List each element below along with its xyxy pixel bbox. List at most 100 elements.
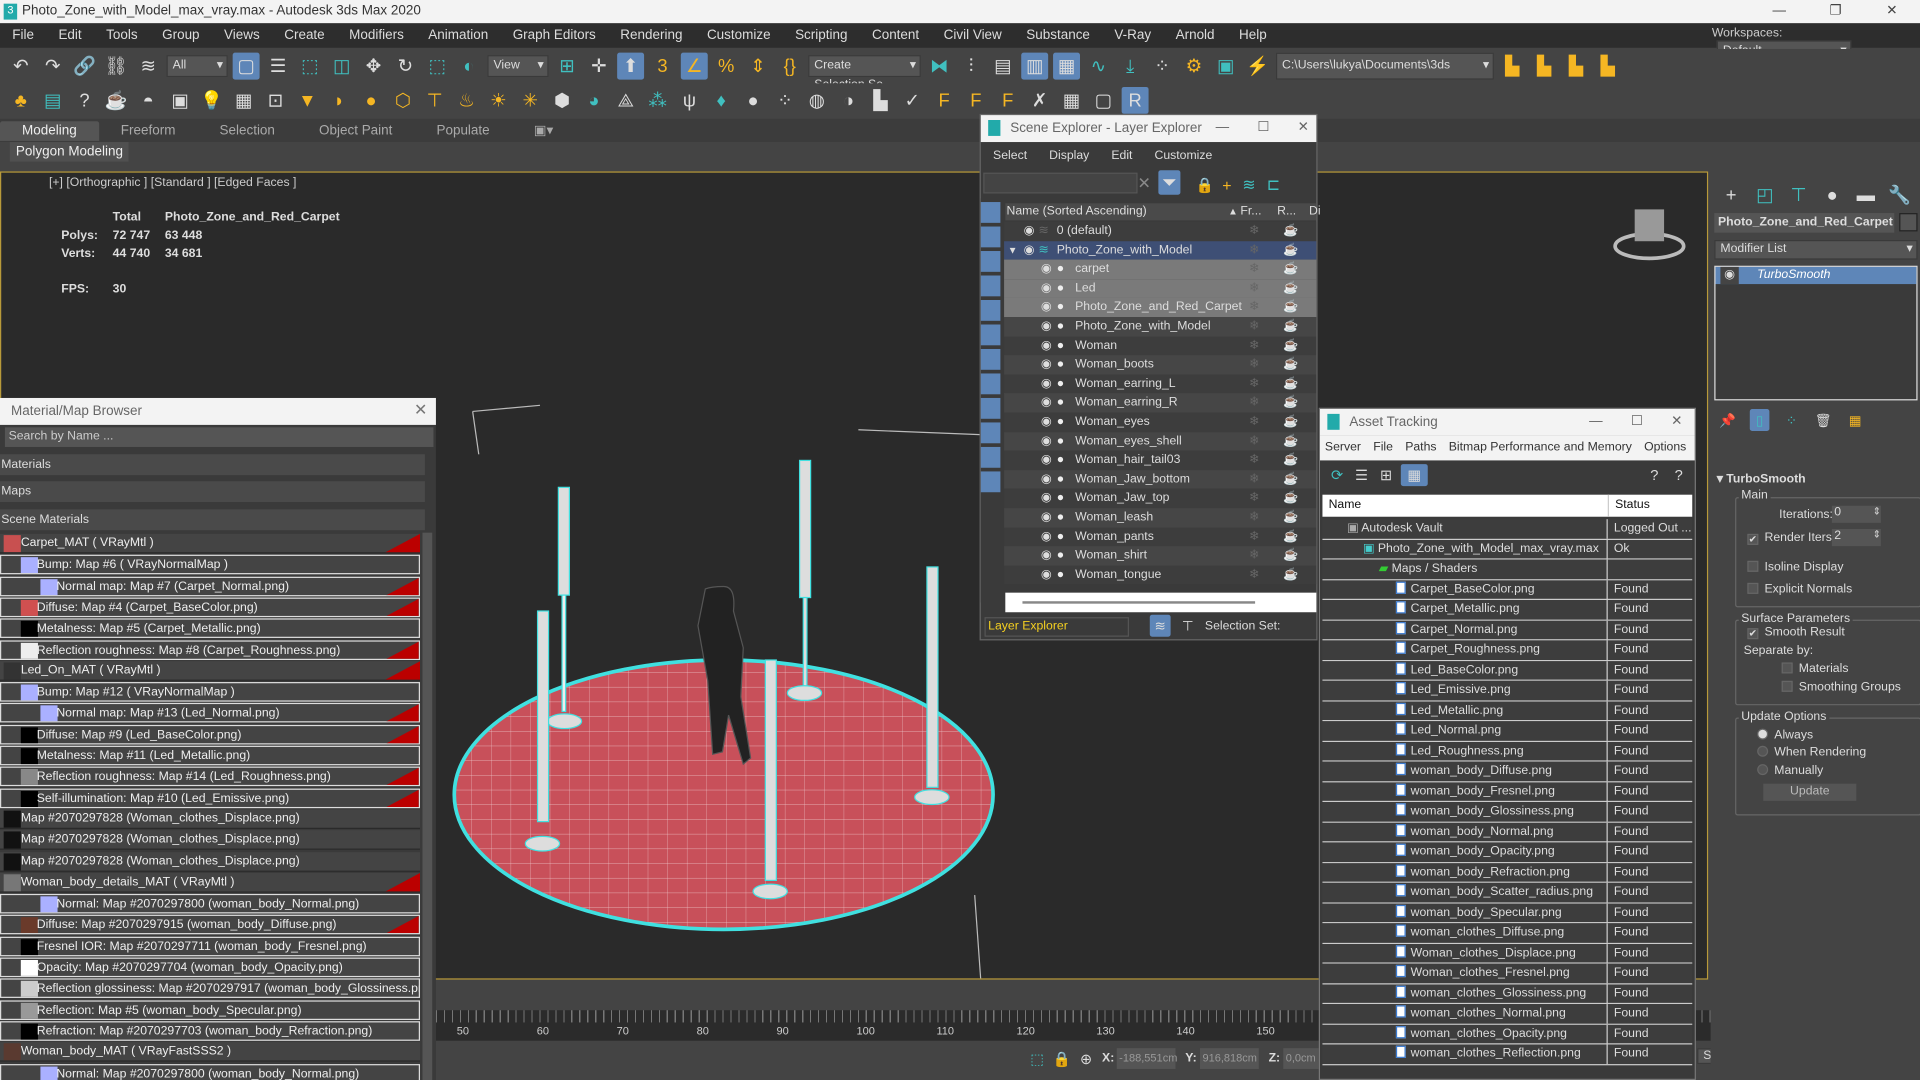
sphere-light-icon[interactable]: ● [358,87,385,114]
modifier-stack-item[interactable]: ◉ TurboSmooth [1715,266,1917,285]
visibility-eye-icon[interactable]: ◉ [1041,413,1052,432]
select-object-icon[interactable]: ▢ [232,52,260,80]
section-materials[interactable]: Materials [0,454,425,476]
render-teapot-icon[interactable]: ☕ [1283,432,1298,451]
display-helpers-icon[interactable] [980,300,1001,321]
maximize-button[interactable]: ❐ [1807,0,1863,23]
object-row[interactable]: ◉ ● Woman_Jaw_bottom ❄ ☕ [1004,469,1317,490]
project-icon-1[interactable]: ▙ [1499,53,1526,80]
freeze-icon[interactable]: ❄ [1249,432,1259,451]
dome-light-icon[interactable]: ◗ [326,87,353,114]
iterations-spinner[interactable]: 0 ⇕ [1831,505,1881,523]
project-icon-2[interactable]: ▙ [1531,53,1558,80]
object-row[interactable]: ◉ ● Woman_Jaw_top ❄ ☕ [1004,489,1317,509]
render-icon[interactable]: ▙ [867,87,894,114]
visibility-eye-icon[interactable]: ◉ [1041,317,1052,336]
asset-file-row[interactable]: woman_clothes_Opacity.png Found [1322,1024,1693,1045]
visibility-eye-icon[interactable]: ◉ [1041,336,1052,355]
teapot-icon[interactable]: ☕ [103,87,130,114]
proxy-icon[interactable]: ⬢ [549,87,576,114]
freeze-icon[interactable]: ❄ [1249,508,1259,527]
visibility-eye-icon[interactable]: ◉ [1041,298,1052,317]
asset-file-row[interactable]: woman_body_Fresnel.png Found [1322,781,1693,803]
asset-file-row[interactable]: woman_body_Refraction.png Found [1322,862,1693,883]
material-list-item[interactable]: Normal map: Map #7 (Carpet_Normal.png) [0,576,421,596]
display-hidden-icon[interactable] [980,471,1001,493]
display-containers-icon[interactable] [980,422,1001,444]
sky-icon[interactable]: ✳ [517,87,544,114]
ies-light-icon[interactable]: ⊤ [421,87,448,114]
vray-plane-icon[interactable]: ⟁ [612,87,639,114]
eye-icon[interactable]: ◉ [1720,266,1739,285]
tab-modeling[interactable]: Modeling [0,120,99,141]
bind-space-warp-icon[interactable]: ≋ [135,53,162,80]
material-list-item[interactable]: Opacity: Map #2070297704 (woman_body_Opa… [0,957,421,978]
scene-explorer-icon[interactable]: ▤ [989,53,1016,80]
r-icon[interactable]: R [1121,86,1149,114]
render-teapot-icon[interactable]: ☕ [1283,470,1298,489]
ribbon-options-icon[interactable]: ▣▾ [512,122,576,139]
context-help-icon[interactable]: ? [1665,464,1692,486]
menu-content[interactable]: Content [860,28,932,43]
material-list-item[interactable]: Normal: Map #2070297800 (woman_body_Norm… [0,893,421,914]
freeze-icon[interactable]: ❄ [1249,241,1259,260]
visibility-eye-icon[interactable]: ◉ [1041,489,1052,508]
modify-tab-icon[interactable]: ◰ [1752,181,1778,208]
project-folder-dropdown[interactable]: C:\Users\lukya\Documents\3ds Max 2022 [1275,52,1494,97]
select-by-name-icon[interactable]: ☰ [264,53,291,80]
material-list-item[interactable]: Reflection: Map #5 (woman_body_Specular.… [0,999,421,1020]
horizontal-scrollbar[interactable] [1005,592,1317,613]
angle-snap-icon[interactable]: ∠ [680,52,708,80]
grass-icon[interactable]: ψ [676,87,703,114]
smoothing-groups-checkbox[interactable]: Smoothing Groups [1781,680,1901,695]
menu-animation[interactable]: Animation [416,28,500,43]
render-teapot-icon[interactable]: ☕ [1283,260,1298,279]
menu-civil-view[interactable]: Civil View [931,28,1014,43]
visibility-eye-icon[interactable]: ◉ [1041,374,1052,393]
object-row[interactable]: ◉ ● Woman ❄ ☕ [1004,336,1317,356]
checkbox-checked[interactable]: ✔ [1747,533,1759,545]
display-groups-icon[interactable] [980,348,1001,370]
refresh-icon[interactable]: ⟳ [1324,464,1351,486]
spinner-snap-icon[interactable]: ⇕ [744,53,771,80]
asset-menu-options[interactable]: Options [1644,436,1686,460]
object-row[interactable]: ◉ ● Woman_tongue ❄ ☕ [1004,565,1317,585]
render-teapot-icon[interactable]: ☕ [1283,279,1298,298]
object-row[interactable]: ◉ ● Woman_leash ❄ ☕ [1004,508,1317,528]
render-teapot-icon[interactable]: ☕ [1283,355,1298,374]
help-icon[interactable]: ? [71,87,98,114]
asset-file-row[interactable]: woman_body_Diffuse.png Found [1322,761,1693,782]
material-list-item[interactable]: Carpet_MAT ( VRayMtl ) [0,533,421,554]
column-name[interactable]: Name [1329,495,1362,517]
material-list-item[interactable]: Map #2070297828 (Woman_clothes_Displace.… [0,851,421,872]
column-display[interactable]: Di [1309,203,1321,220]
asset-file-row[interactable]: woman_body_Normal.png Found [1322,822,1693,843]
timeline[interactable]: 5060708090100110120130140150160170180190… [435,1010,1920,1041]
material-list-item[interactable]: Self-illumination: Map #10 (Led_Emissive… [0,788,421,808]
object-row[interactable]: ◉ ● Photo_Zone_and_Red_Carpet ❄ ☕ [1004,298,1317,318]
tab-selection[interactable]: Selection [197,123,297,138]
keyboard-shortcut-override-icon[interactable]: ⬆ [617,52,645,80]
render-teapot-icon[interactable]: ☕ [1283,241,1298,260]
always-radio[interactable]: Always [1757,728,1814,743]
placement-icon[interactable]: ◐ [456,53,483,80]
snaps-toggle-icon[interactable]: 3 [649,53,676,80]
material-list-item[interactable]: Diffuse: Map #4 (Carpet_BaseColor.png) [0,597,421,618]
undo-icon[interactable]: ↶ [7,53,34,80]
material-list-item[interactable]: Diffuse: Map #2070297915 (woman_body_Dif… [0,915,421,935]
asset-file-row[interactable]: Led_Normal.png Found [1322,721,1693,742]
scene-explorer-menu-customize[interactable]: Customize [1154,146,1212,168]
asset-file-row[interactable]: Carpet_Metallic.png Found [1322,600,1693,621]
asset-tracking-window-controls[interactable]: — ☐ ✕ [1589,413,1682,429]
layer-row[interactable]: ▼ ◉ ≋ Photo_Zone_with_Model ❄ ☕ [1004,240,1317,260]
visibility-eye-icon[interactable]: ◉ [1041,279,1052,298]
menu-create[interactable]: Create [272,28,337,43]
selection-lock-icon[interactable]: 🔒 [1048,1046,1075,1073]
material-editor-icon[interactable]: ⁘ [1149,53,1176,80]
freeze-icon[interactable]: ❄ [1249,260,1259,279]
render-teapot-icon[interactable]: ☕ [1283,451,1298,470]
render-teapot-icon[interactable]: ☕ [1283,413,1298,432]
visibility-eye-icon[interactable]: ◉ [1041,355,1052,374]
tools-icon[interactable]: ✗ [1026,87,1053,114]
section-maps[interactable]: Maps [0,481,425,503]
